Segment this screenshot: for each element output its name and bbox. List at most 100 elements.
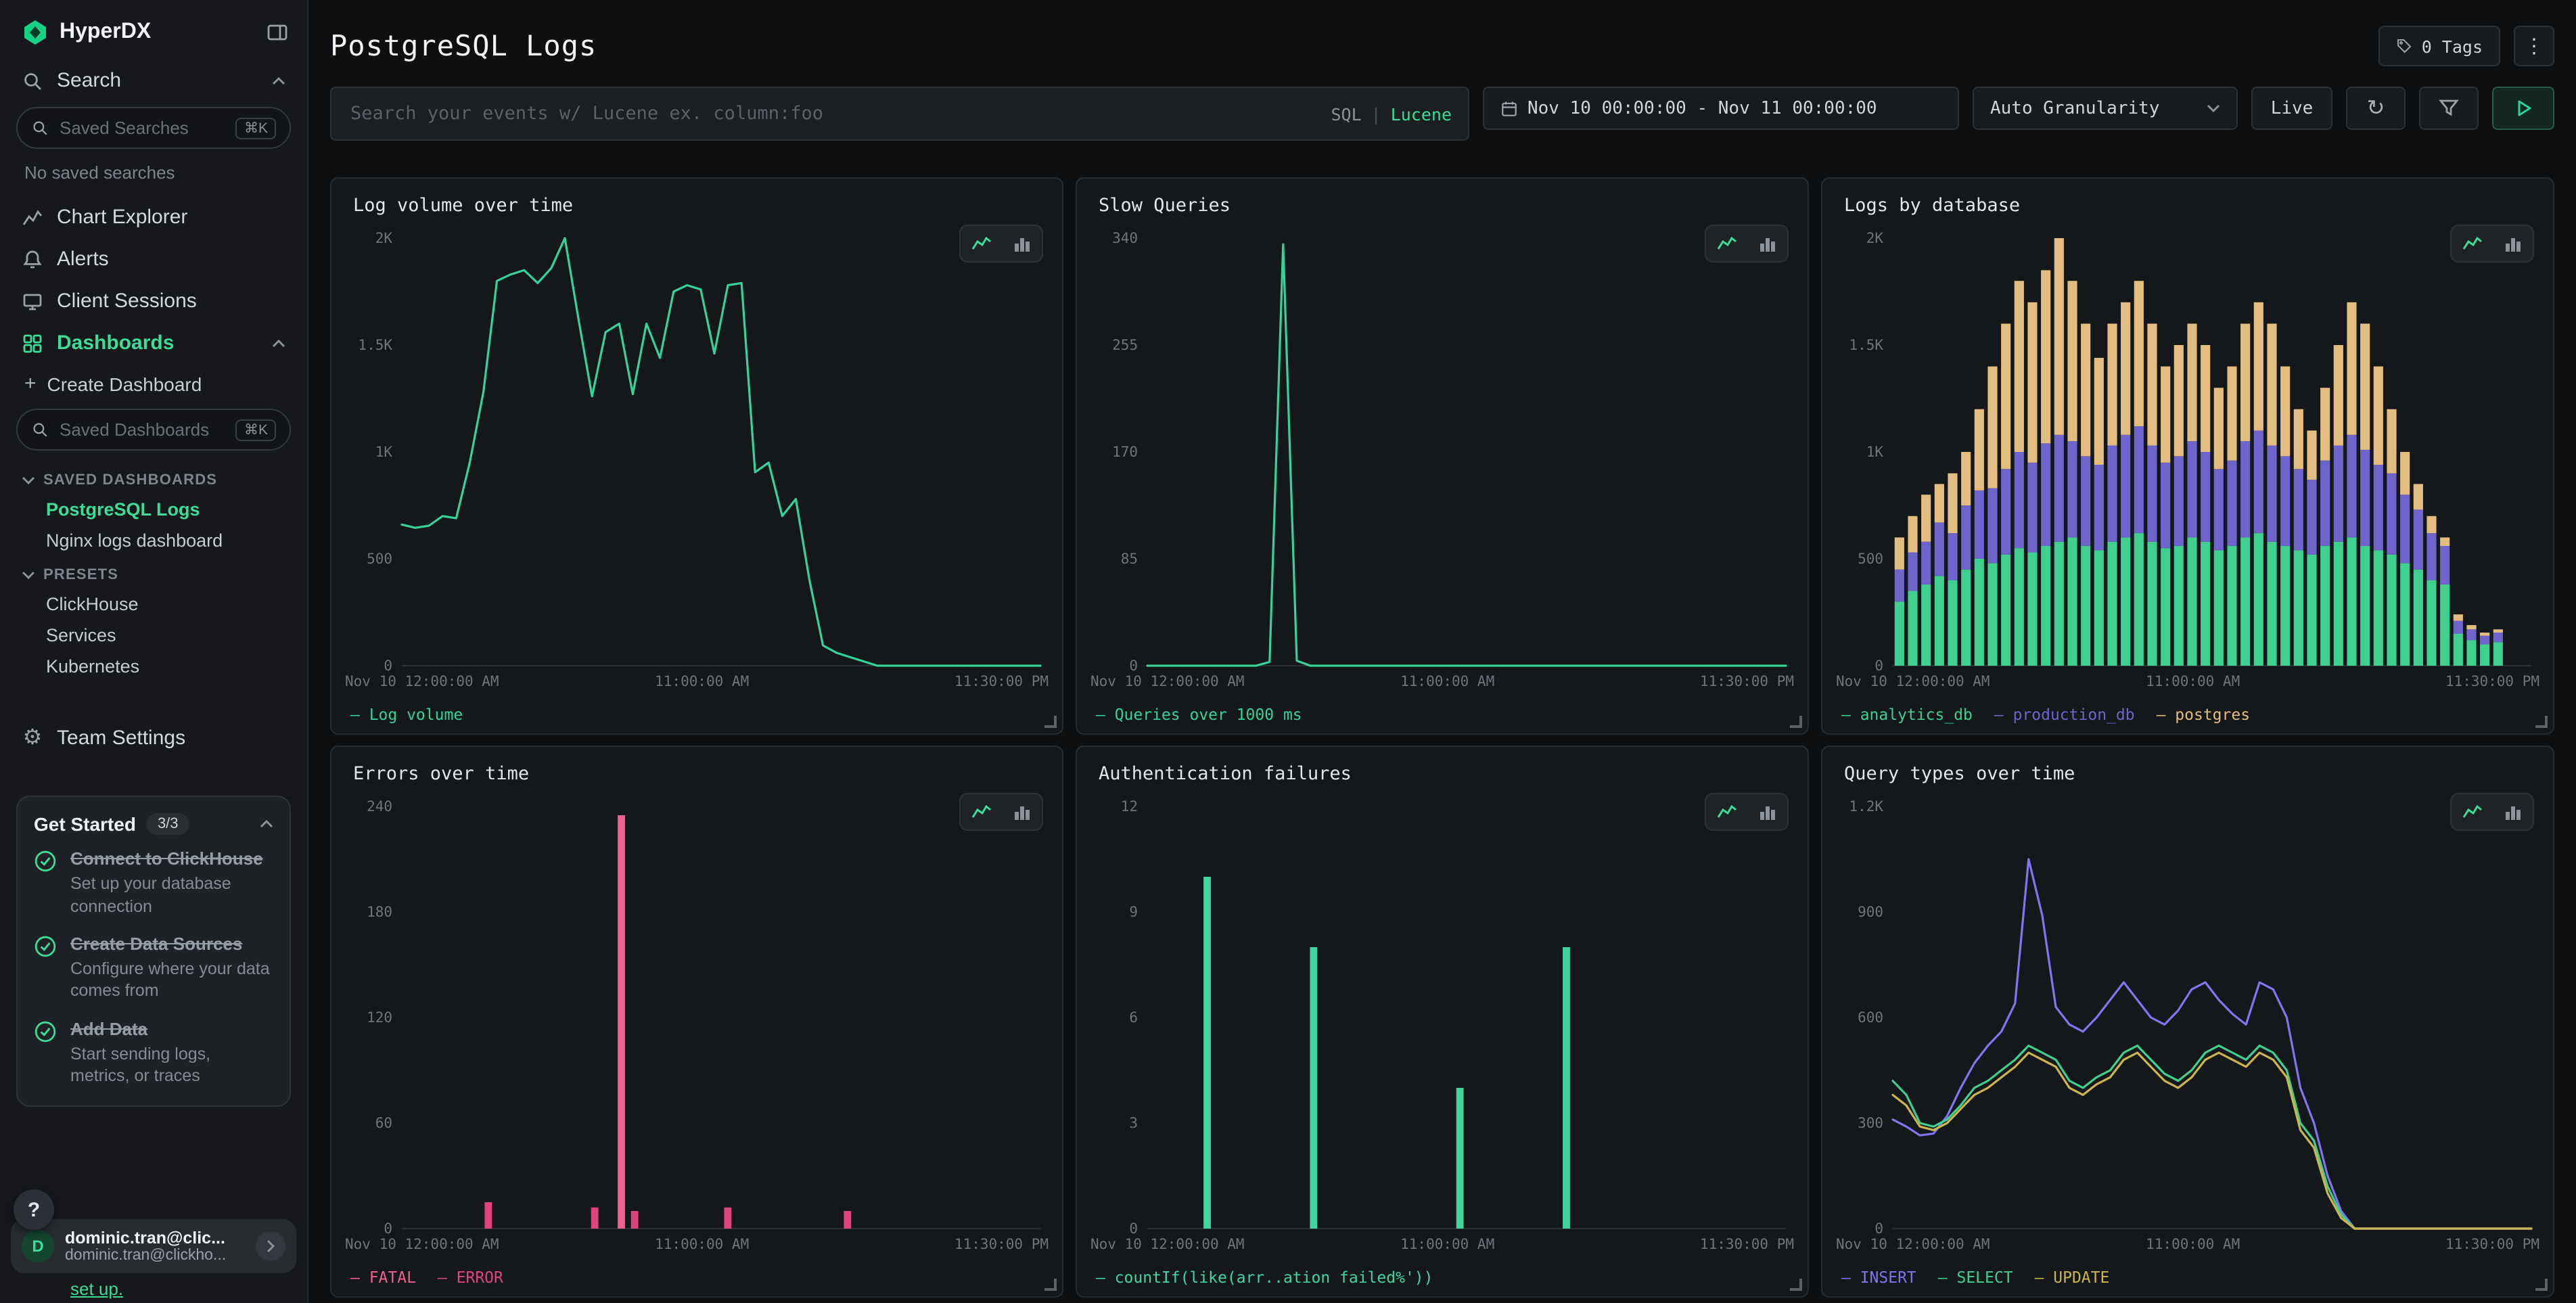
collapse-sidebar-icon[interactable] (267, 22, 288, 43)
search-icon (31, 119, 49, 137)
line-chart-icon[interactable] (2452, 226, 2493, 261)
panel-log-volume-over-time: Log volume over time 05001K1.5K2KNov 10 … (330, 177, 1063, 735)
sql-toggle[interactable]: SQL (1331, 104, 1361, 124)
svg-text:500: 500 (1858, 551, 1883, 567)
chevron-right-icon[interactable] (256, 1231, 285, 1261)
resize-handle[interactable] (1044, 1279, 1057, 1291)
get-started-card: Get Started 3/3 Connect to ClickHouse Se… (16, 796, 291, 1107)
chart-canvas: 085170255340Nov 10 12:00:00 AM11:00:00 A… (1088, 225, 1797, 693)
svg-text:11:00:00 AM: 11:00:00 AM (2146, 673, 2240, 689)
keyboard-shortcut-badge: ⌘K (236, 117, 276, 139)
progress-badge: 3/3 (147, 813, 189, 835)
line-chart-icon[interactable] (2452, 794, 2493, 829)
svg-text:11:30:00 PM: 11:30:00 PM (1700, 1236, 1794, 1252)
gear-icon: ⚙ (22, 724, 43, 751)
line-chart-icon[interactable] (961, 794, 1003, 829)
line-chart-icon[interactable] (1706, 794, 1748, 829)
chart-title: Errors over time (353, 763, 529, 785)
line-chart-icon[interactable] (1706, 226, 1748, 261)
sidebar-item-clickhouse[interactable]: ClickHouse (0, 589, 307, 620)
resize-handle[interactable] (1790, 1279, 1802, 1291)
set-up-link[interactable]: set up. (70, 1279, 123, 1299)
svg-text:600: 600 (1858, 1009, 1883, 1026)
legend-item[interactable]: — FATAL (350, 1268, 416, 1287)
live-button[interactable]: Live (2251, 87, 2332, 130)
bar-chart-icon[interactable] (1003, 794, 1042, 829)
no-saved-searches-note: No saved searches (0, 160, 307, 196)
bar-chart-icon[interactable] (2493, 794, 2533, 829)
legend-item[interactable]: — analytics_db (1841, 705, 1973, 724)
help-button[interactable]: ? (14, 1189, 54, 1230)
chart-legend: — countIf(like(arr..ation failed%')) (1096, 1268, 1794, 1287)
sidebar-item-alerts[interactable]: Alerts (0, 238, 307, 280)
event-search-input[interactable] (348, 101, 1317, 126)
lucene-toggle[interactable]: Lucene (1391, 104, 1452, 124)
svg-text:180: 180 (367, 904, 392, 920)
saved-dashboards-section-header[interactable]: SAVED DASHBOARDS (0, 461, 307, 494)
chart-canvas: 036912Nov 10 12:00:00 AM11:00:00 AM11:30… (1088, 793, 1797, 1256)
time-range-value: Nov 10 00:00:00 - Nov 11 00:00:00 (1527, 98, 1877, 118)
resize-handle[interactable] (2535, 1279, 2548, 1291)
create-dashboard-button[interactable]: + Create Dashboard (0, 364, 307, 403)
sidebar-item-chart-explorer[interactable]: Chart Explorer (0, 196, 307, 238)
sidebar-item-kubernetes[interactable]: Kubernetes (0, 651, 307, 682)
svg-text:1.5K: 1.5K (1849, 337, 1883, 353)
granularity-value: Auto Granularity (1990, 98, 2159, 118)
sidebar-item-nginx-logs-dashboard[interactable]: Nginx logs dashboard (0, 525, 307, 556)
bar-chart-icon[interactable] (2493, 226, 2533, 261)
legend-item[interactable]: — INSERT (1841, 1268, 1916, 1287)
time-range-picker[interactable]: Nov 10 00:00:00 - Nov 11 00:00:00 (1483, 87, 1959, 130)
svg-text:240: 240 (367, 798, 392, 815)
chart-explorer-icon (22, 206, 43, 228)
bar-chart-icon[interactable] (1003, 226, 1042, 261)
granularity-select[interactable]: Auto Granularity (1973, 87, 2238, 130)
get-started-item-sources[interactable]: Create Data Sources Configure where your… (34, 934, 273, 1003)
sidebar-item-search[interactable]: Search (0, 60, 307, 101)
resize-handle[interactable] (2535, 716, 2548, 728)
sidebar-item-label: Dashboards (57, 332, 258, 355)
legend-item[interactable]: — Queries over 1000 ms (1096, 705, 1302, 724)
line-chart-icon[interactable] (961, 226, 1003, 261)
saved-searches-input[interactable] (57, 116, 228, 139)
bell-icon (22, 248, 43, 270)
page-title: PostgreSQL Logs (330, 30, 597, 62)
get-started-item-connect[interactable]: Connect to ClickHouse Set up your databa… (34, 848, 273, 917)
refresh-button[interactable]: ↻ (2346, 87, 2406, 130)
chart-legend: — analytics_db — production_db — postgres (1841, 705, 2539, 724)
sidebar-item-postgresql-logs[interactable]: PostgreSQL Logs (0, 494, 307, 525)
bar-chart-icon[interactable] (1748, 794, 1787, 829)
sidebar-item-client-sessions[interactable]: Client Sessions (0, 280, 307, 322)
check-circle-icon (34, 850, 57, 873)
bar-chart-icon[interactable] (1748, 226, 1787, 261)
section-header-label: PRESETS (43, 567, 118, 583)
legend-item[interactable]: — postgres (2157, 705, 2251, 724)
resize-handle[interactable] (1790, 716, 1802, 728)
get-started-item-add-data[interactable]: Add Data Start sending logs, metrics, or… (34, 1018, 273, 1087)
chart-canvas: 05001K1.5K2KNov 10 12:00:00 AM11:00:00 A… (342, 225, 1051, 693)
filter-button[interactable] (2419, 87, 2479, 130)
get-started-header[interactable]: Get Started 3/3 (34, 813, 273, 835)
sidebar-item-dashboards[interactable]: Dashboards (0, 322, 307, 364)
presets-section-header[interactable]: PRESETS (0, 556, 307, 589)
resize-handle[interactable] (1044, 716, 1057, 728)
saved-dashboards-input[interactable] (57, 418, 228, 441)
svg-text:170: 170 (1112, 444, 1138, 460)
legend-item[interactable]: — countIf(like(arr..ation failed%')) (1096, 1268, 1433, 1287)
chart-title: Authentication failures (1099, 763, 1352, 785)
legend-item[interactable]: — UPDATE (2035, 1268, 2110, 1287)
create-dashboard-label: Create Dashboard (47, 373, 202, 394)
run-query-button[interactable] (2492, 87, 2554, 130)
legend-item[interactable]: — SELECT (1938, 1268, 2013, 1287)
legend-item[interactable]: — production_db (1994, 705, 2135, 724)
legend-item[interactable]: — Log volume (350, 705, 463, 724)
sidebar-item-services[interactable]: Services (0, 620, 307, 651)
tags-button-label: 0 Tags (2422, 36, 2483, 56)
tags-button[interactable]: 0 Tags (2378, 26, 2500, 66)
sidebar-item-team-settings[interactable]: ⚙ Team Settings (0, 714, 307, 760)
user-menu[interactable]: D dominic.tran@clic... dominic.tran@clic… (11, 1219, 296, 1273)
svg-text:12: 12 (1121, 798, 1138, 815)
more-menu-button[interactable]: ⋮ (2514, 26, 2554, 66)
chevron-up-icon (272, 339, 285, 347)
legend-item[interactable]: — ERROR (438, 1268, 503, 1287)
svg-text:2K: 2K (375, 230, 393, 246)
